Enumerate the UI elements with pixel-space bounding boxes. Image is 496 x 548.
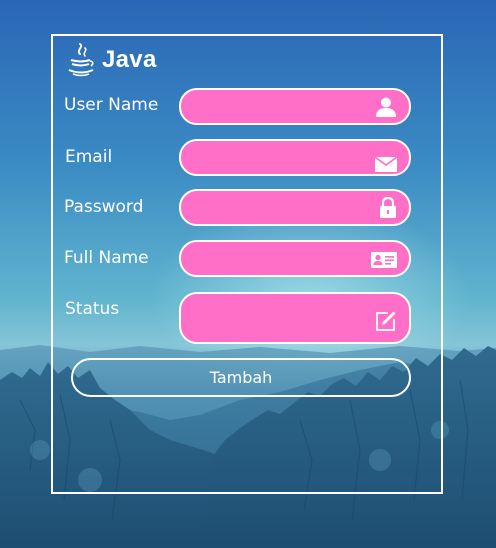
envelope-icon — [375, 157, 397, 172]
tambah-button-label: Tambah — [209, 368, 273, 387]
label-status: Status — [65, 299, 120, 319]
full-name-input[interactable] — [193, 242, 363, 275]
email-field[interactable] — [179, 139, 411, 176]
user-name-input[interactable] — [193, 90, 363, 123]
edit-icon — [376, 311, 396, 331]
status-textarea[interactable] — [193, 302, 363, 336]
password-field[interactable] — [179, 189, 411, 226]
id-card-icon — [371, 252, 397, 268]
password-input[interactable] — [193, 191, 363, 224]
user-icon — [376, 97, 396, 117]
lock-icon — [380, 197, 396, 218]
full-name-field[interactable] — [179, 240, 411, 277]
label-password: Password — [64, 197, 144, 217]
label-email: Email — [65, 147, 113, 167]
email-input[interactable] — [193, 141, 363, 174]
user-name-field[interactable] — [179, 88, 411, 125]
java-logo: Java — [66, 42, 157, 78]
java-coffee-cup-icon — [68, 43, 94, 77]
status-field[interactable] — [179, 292, 411, 344]
logo-text: Java — [102, 46, 157, 73]
tambah-button[interactable]: Tambah — [71, 358, 411, 397]
label-user-name: User Name — [64, 95, 159, 115]
label-full-name: Full Name — [64, 248, 149, 268]
